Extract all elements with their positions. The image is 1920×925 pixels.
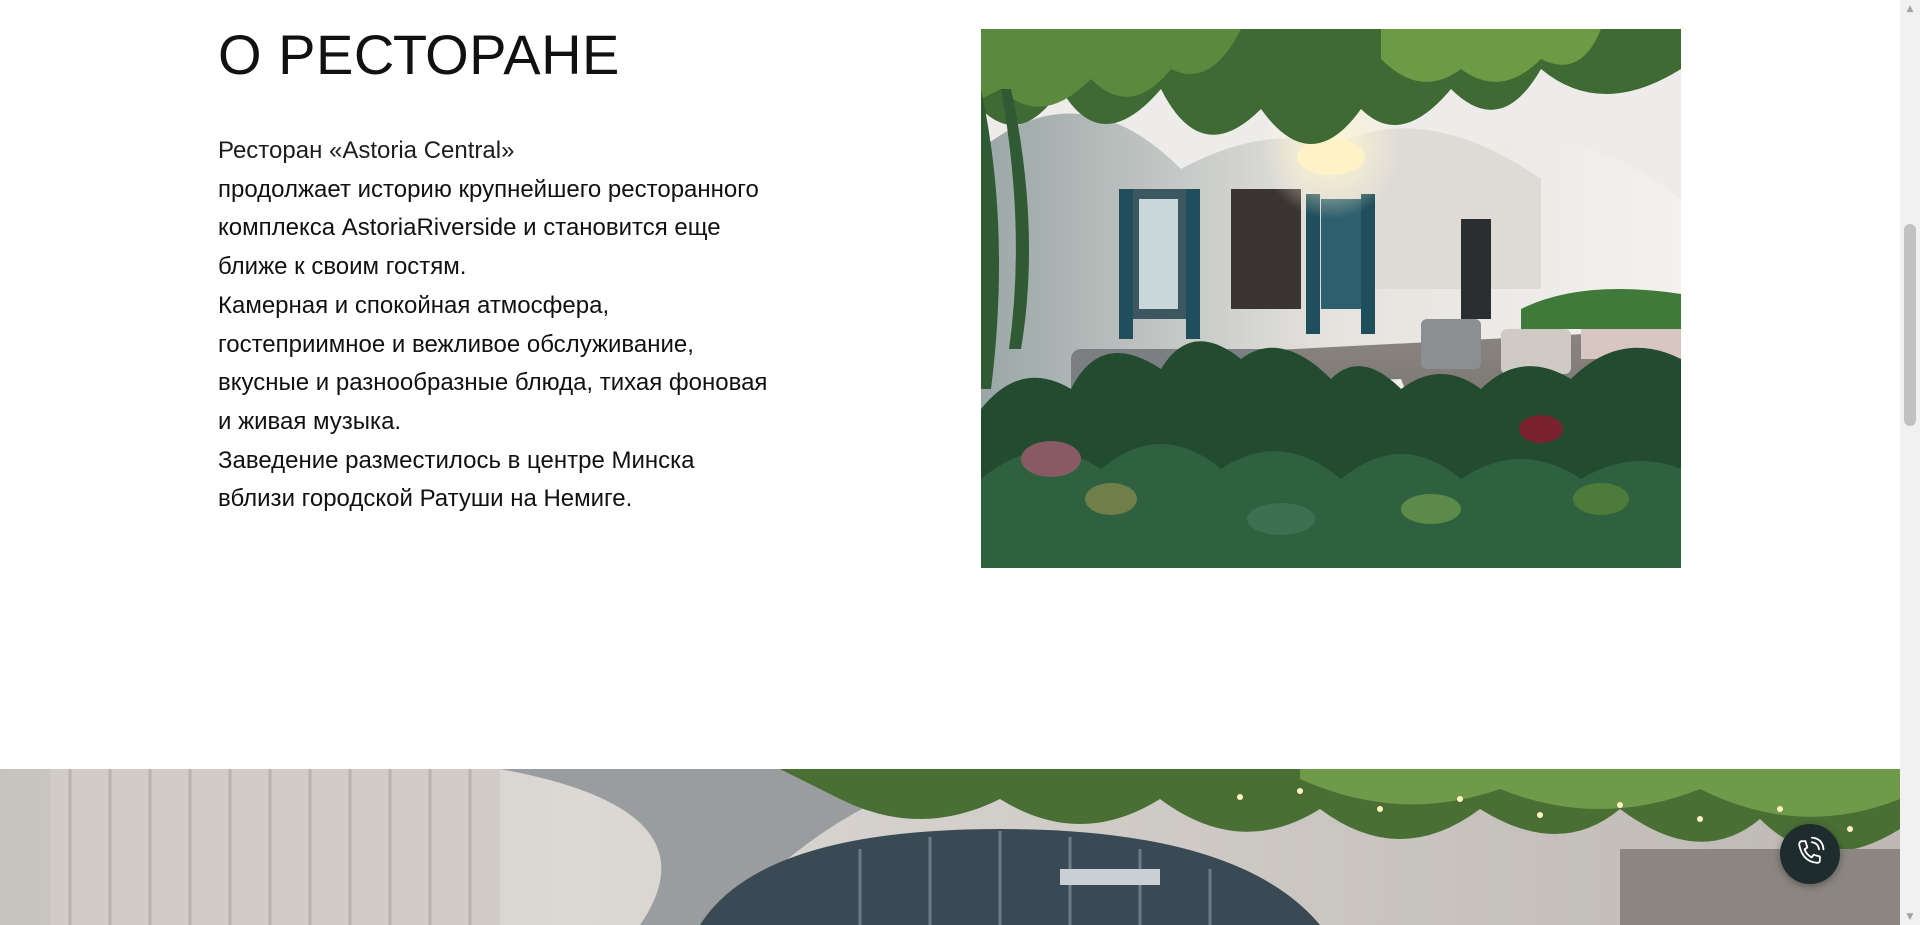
about-text-line: вкусные и разнообразные блюда, тихая фон…	[218, 369, 768, 397]
scroll-up-arrow[interactable]: ▲	[1900, 0, 1920, 17]
scroll-down-arrow[interactable]: ▼	[1900, 908, 1920, 925]
about-text-line: вблизи городской Ратуши на Немиге.	[218, 485, 633, 513]
scroll-thumb[interactable]	[1904, 224, 1916, 426]
page: О РЕСТОРАНЕ Ресторан «Astoria Central» п…	[0, 0, 1920, 925]
about-text-line: ближе к своим гостям.	[218, 253, 467, 281]
about-text-line: гостеприимное и вежливое обслуживание,	[218, 330, 694, 358]
restaurant-hall-banner-photo	[0, 769, 1900, 925]
restaurant-interior-photo	[981, 29, 1681, 568]
about-text-line: комплекса AstoriaRiverside и становится …	[218, 214, 721, 242]
call-button[interactable]	[1780, 824, 1840, 884]
section-title: О РЕСТОРАНЕ	[218, 23, 620, 86]
about-text-line: Ресторан «Astoria Central»	[218, 137, 515, 164]
about-text-line: Заведение разместилось в центре Минска	[218, 446, 695, 474]
phone-icon	[1792, 834, 1828, 875]
vertical-scrollbar[interactable]: ▲ ▼	[1900, 0, 1920, 925]
about-text-line: продолжает историю крупнейшего ресторанн…	[218, 175, 759, 203]
about-description: Ресторан «Astoria Central» продолжает ис…	[218, 132, 808, 519]
about-text-line: и живая музыка.	[218, 407, 402, 435]
about-text-line: Камерная и спокойная атмосфера,	[218, 291, 610, 319]
